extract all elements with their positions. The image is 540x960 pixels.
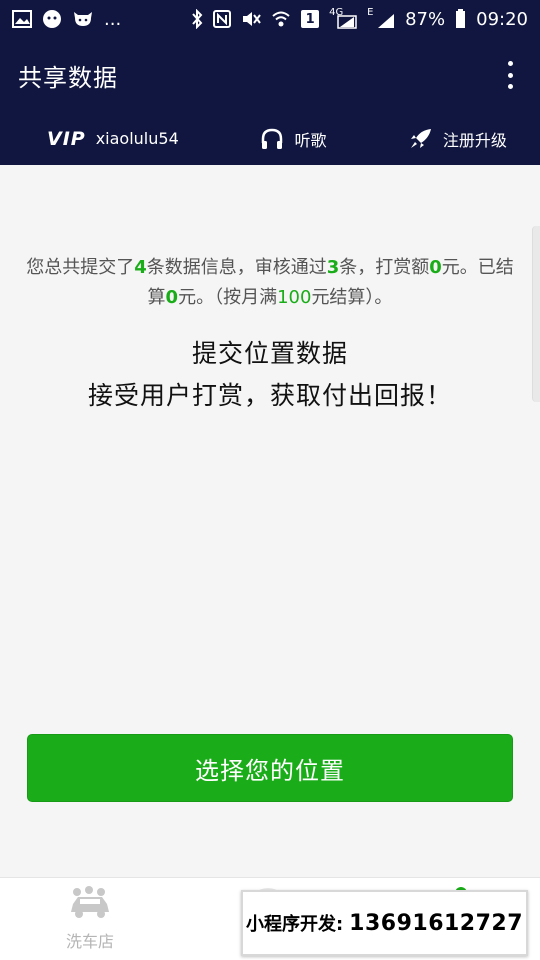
signal-e-icon: E bbox=[367, 7, 395, 29]
nfc-icon bbox=[213, 10, 232, 28]
battery-icon bbox=[455, 9, 466, 29]
upgrade-label: 注册升级 bbox=[442, 130, 507, 150]
settlement-threshold: 100 bbox=[277, 287, 312, 308]
vip-badge: VIP bbox=[47, 127, 86, 150]
sim-label: 1 bbox=[305, 11, 315, 27]
submission-summary: 您总共提交了4条数据信息，审核通过3条，打赏额0元。已结算0元。（按月满100元… bbox=[26, 253, 514, 313]
status-bar: ... 1 4G E 87% 09:20 bbox=[0, 0, 540, 38]
battery-percent: 87% bbox=[405, 8, 446, 30]
choose-location-button[interactable]: 选择您的位置 bbox=[27, 734, 513, 802]
sim-icon: 1 bbox=[301, 10, 320, 28]
headline: 提交位置数据 接受用户打赏，获取付出回报！ bbox=[0, 333, 540, 417]
headline-line-2: 接受用户打赏，获取付出回报！ bbox=[87, 381, 452, 410]
summary-text: 条数据信息，审核通过 bbox=[146, 257, 327, 278]
car-wash-icon bbox=[67, 886, 113, 924]
cellular-4g-icon: 4G bbox=[329, 7, 357, 29]
user-toolbar: VIP xiaolulu54 听歌 注册升级 bbox=[0, 112, 540, 165]
reward-amount: 0 bbox=[429, 257, 442, 278]
upgrade-item[interactable]: 注册升级 bbox=[376, 127, 540, 151]
cow-notification-icon bbox=[72, 9, 94, 29]
mute-icon bbox=[241, 10, 261, 28]
more-dot-icon bbox=[507, 72, 513, 78]
page-title: 共享数据 bbox=[18, 63, 118, 92]
clock: 09:20 bbox=[476, 8, 528, 30]
promo-label: 小程序开发: bbox=[245, 914, 344, 935]
headphones-icon bbox=[260, 128, 284, 150]
tab-carwash[interactable]: 洗车店 bbox=[58, 886, 122, 956]
headline-line-1: 提交位置数据 bbox=[191, 339, 348, 368]
more-notifications-text: ... bbox=[104, 8, 122, 30]
rocket-icon bbox=[409, 128, 433, 150]
more-dot-icon bbox=[507, 84, 513, 89]
main-content: 您总共提交了4条数据信息，审核通过3条，打赏额0元。已结算0元。（按月满100元… bbox=[0, 165, 540, 877]
more-options-button[interactable] bbox=[498, 55, 522, 95]
image-notification-icon bbox=[12, 10, 32, 28]
wifi-icon bbox=[271, 10, 291, 28]
music-item[interactable]: 听歌 bbox=[211, 127, 375, 151]
bluetooth-icon bbox=[191, 9, 203, 29]
face-notification-icon bbox=[42, 9, 62, 29]
promo-phone: 13691612727 bbox=[349, 910, 524, 936]
submitted-count: 4 bbox=[134, 257, 147, 278]
edge-panel-handle[interactable] bbox=[532, 226, 540, 402]
tab-carwash-label: 洗车店 bbox=[65, 932, 114, 951]
settled-amount: 0 bbox=[165, 287, 179, 308]
developer-promo-banner: 小程序开发: 13691612727 bbox=[241, 890, 528, 956]
approved-count: 3 bbox=[326, 257, 340, 278]
summary-text: 元。（按月满 bbox=[178, 287, 278, 308]
username: xiaolulu54 bbox=[95, 129, 179, 148]
vip-user-item[interactable]: VIP xiaolulu54 bbox=[0, 128, 211, 150]
more-dot-icon bbox=[507, 61, 513, 66]
summary-text: 您总共提交了 bbox=[26, 257, 135, 278]
summary-text: 条，打赏额 bbox=[339, 257, 430, 278]
music-label: 听歌 bbox=[294, 130, 327, 150]
network-e-label: E bbox=[367, 7, 374, 18]
app-bar: 共享数据 bbox=[0, 38, 540, 112]
summary-text: 元结算）。 bbox=[311, 287, 393, 308]
